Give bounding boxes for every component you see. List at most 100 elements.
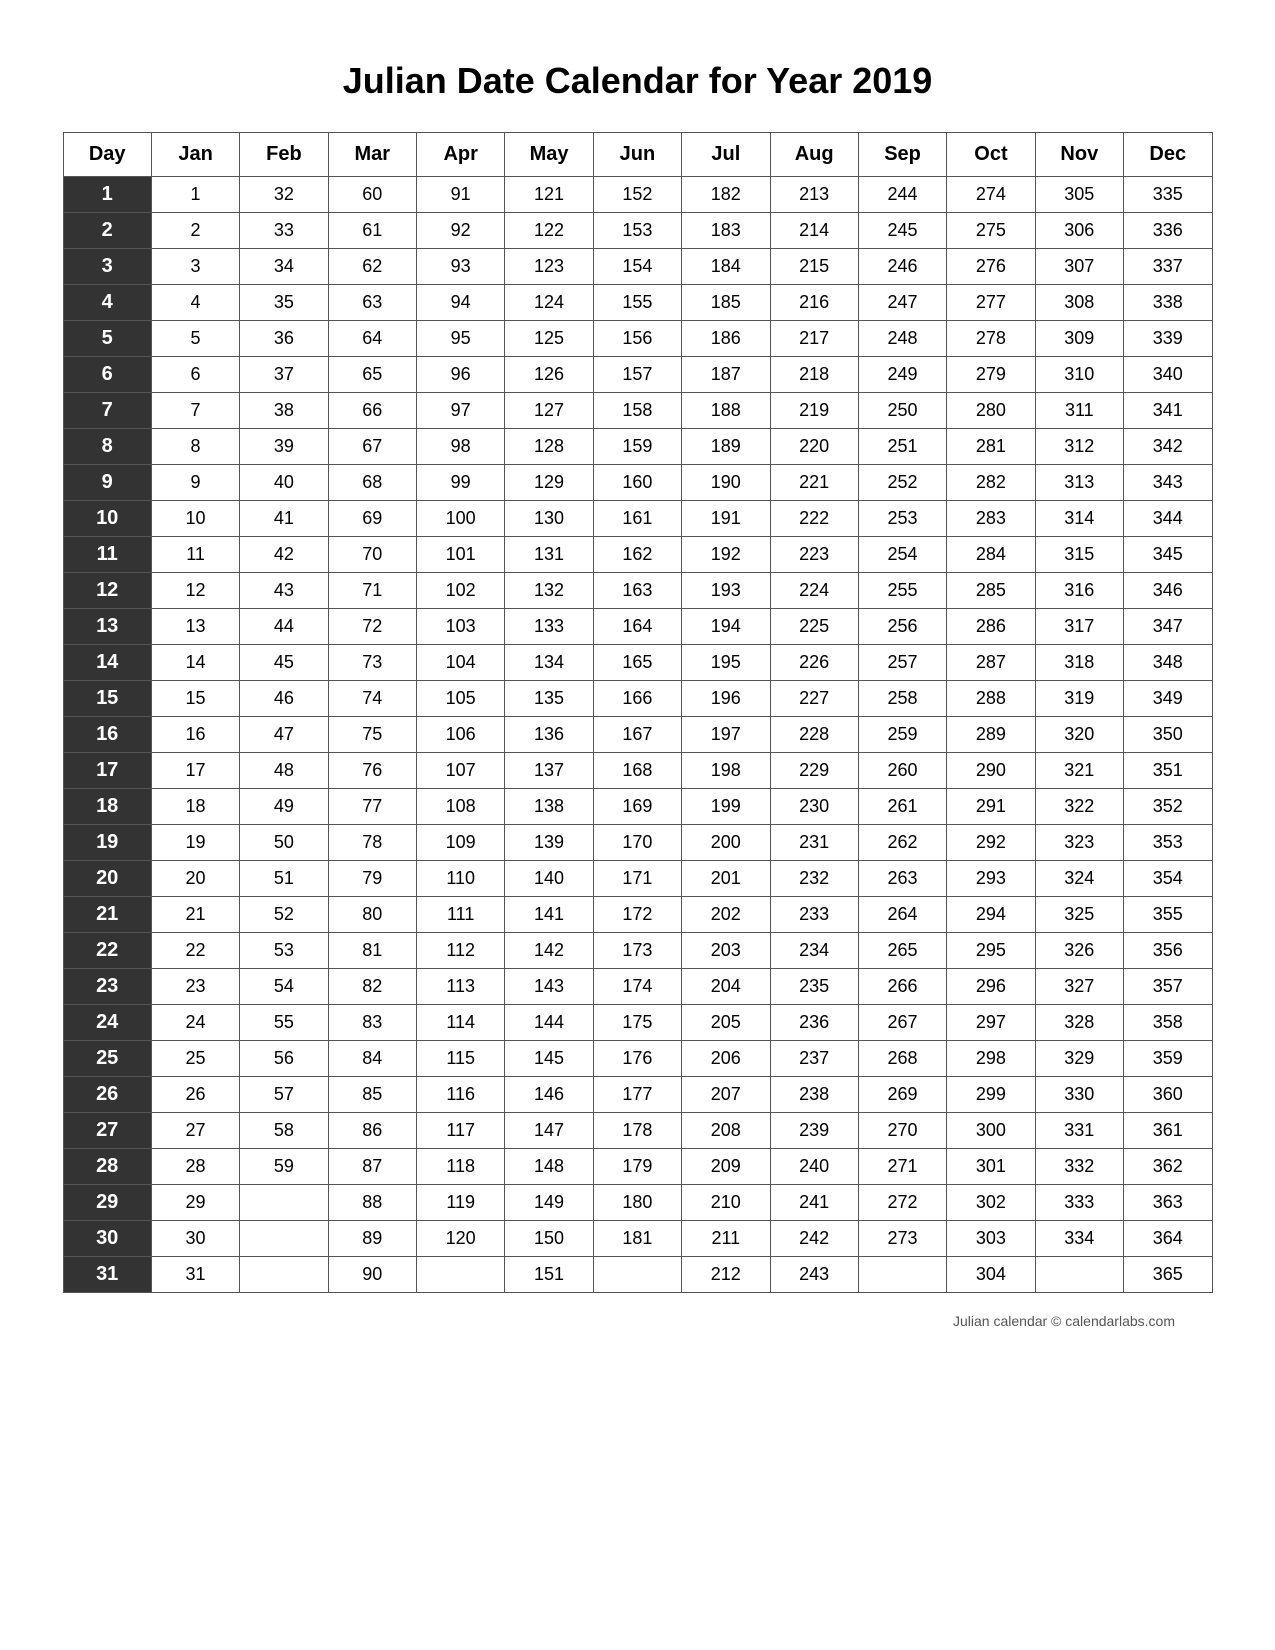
value-cell: 364: [1124, 1221, 1213, 1257]
value-cell: 265: [858, 933, 946, 969]
table-row: 88396798128159189220251281312342: [63, 429, 1212, 465]
day-cell: 20: [63, 861, 151, 897]
value-cell: 72: [328, 609, 416, 645]
column-header-dec: Dec: [1124, 133, 1213, 177]
value-cell: 203: [682, 933, 770, 969]
value-cell: 99: [417, 465, 505, 501]
value-cell: 120: [417, 1221, 505, 1257]
value-cell: 3: [151, 249, 239, 285]
value-cell: 209: [682, 1149, 770, 1185]
value-cell: 312: [1035, 429, 1123, 465]
day-cell: 30: [63, 1221, 151, 1257]
value-cell: 110: [417, 861, 505, 897]
value-cell: 108: [417, 789, 505, 825]
column-header-aug: Aug: [770, 133, 858, 177]
value-cell: 90: [328, 1257, 416, 1293]
column-header-sep: Sep: [858, 133, 946, 177]
value-cell: 36: [240, 321, 328, 357]
value-cell: 197: [682, 717, 770, 753]
value-cell: 119: [417, 1185, 505, 1221]
value-cell: 266: [858, 969, 946, 1005]
value-cell: 141: [505, 897, 593, 933]
value-cell: 82: [328, 969, 416, 1005]
value-cell: 313: [1035, 465, 1123, 501]
value-cell: 45: [240, 645, 328, 681]
table-row: 16164775106136167197228259289320350: [63, 717, 1212, 753]
value-cell: 65: [328, 357, 416, 393]
value-cell: 144: [505, 1005, 593, 1041]
value-cell: 113: [417, 969, 505, 1005]
value-cell: 24: [151, 1005, 239, 1041]
value-cell: 349: [1124, 681, 1213, 717]
value-cell: 165: [593, 645, 681, 681]
value-cell: 235: [770, 969, 858, 1005]
value-cell: 311: [1035, 393, 1123, 429]
value-cell: 216: [770, 285, 858, 321]
table-row: 44356394124155185216247277308338: [63, 285, 1212, 321]
value-cell: 159: [593, 429, 681, 465]
value-cell: 146: [505, 1077, 593, 1113]
value-cell: 107: [417, 753, 505, 789]
value-cell: 273: [858, 1221, 946, 1257]
value-cell: [593, 1257, 681, 1293]
value-cell: 100: [417, 501, 505, 537]
table-row: 20205179110140171201232263293324354: [63, 861, 1212, 897]
value-cell: 275: [947, 213, 1035, 249]
table-row: 28285987118148179209240271301332362: [63, 1149, 1212, 1185]
value-cell: 84: [328, 1041, 416, 1077]
value-cell: 106: [417, 717, 505, 753]
value-cell: 189: [682, 429, 770, 465]
value-cell: 7: [151, 393, 239, 429]
value-cell: 281: [947, 429, 1035, 465]
value-cell: 350: [1124, 717, 1213, 753]
value-cell: [240, 1257, 328, 1293]
value-cell: 315: [1035, 537, 1123, 573]
column-header-nov: Nov: [1035, 133, 1123, 177]
column-header-jun: Jun: [593, 133, 681, 177]
value-cell: 71: [328, 573, 416, 609]
value-cell: 64: [328, 321, 416, 357]
value-cell: 31: [151, 1257, 239, 1293]
value-cell: 123: [505, 249, 593, 285]
table-row: 77386697127158188219250280311341: [63, 393, 1212, 429]
value-cell: 305: [1035, 177, 1123, 213]
value-cell: 88: [328, 1185, 416, 1221]
value-cell: 192: [682, 537, 770, 573]
value-cell: 221: [770, 465, 858, 501]
value-cell: 30: [151, 1221, 239, 1257]
value-cell: 319: [1035, 681, 1123, 717]
value-cell: 98: [417, 429, 505, 465]
value-cell: 236: [770, 1005, 858, 1041]
value-cell: 356: [1124, 933, 1213, 969]
value-cell: 128: [505, 429, 593, 465]
value-cell: 296: [947, 969, 1035, 1005]
value-cell: 193: [682, 573, 770, 609]
value-cell: 300: [947, 1113, 1035, 1149]
column-header-mar: Mar: [328, 133, 416, 177]
value-cell: 224: [770, 573, 858, 609]
value-cell: 73: [328, 645, 416, 681]
value-cell: 251: [858, 429, 946, 465]
value-cell: 87: [328, 1149, 416, 1185]
column-header-oct: Oct: [947, 133, 1035, 177]
value-cell: 114: [417, 1005, 505, 1041]
day-cell: 29: [63, 1185, 151, 1221]
value-cell: 152: [593, 177, 681, 213]
value-cell: 158: [593, 393, 681, 429]
value-cell: 67: [328, 429, 416, 465]
table-row: 33346293123154184215246276307337: [63, 249, 1212, 285]
value-cell: 139: [505, 825, 593, 861]
value-cell: 35: [240, 285, 328, 321]
value-cell: 15: [151, 681, 239, 717]
value-cell: 96: [417, 357, 505, 393]
value-cell: 278: [947, 321, 1035, 357]
value-cell: 29: [151, 1185, 239, 1221]
column-header-day: Day: [63, 133, 151, 177]
value-cell: 247: [858, 285, 946, 321]
value-cell: 231: [770, 825, 858, 861]
value-cell: 253: [858, 501, 946, 537]
value-cell: 363: [1124, 1185, 1213, 1221]
value-cell: 320: [1035, 717, 1123, 753]
day-cell: 25: [63, 1041, 151, 1077]
value-cell: 362: [1124, 1149, 1213, 1185]
